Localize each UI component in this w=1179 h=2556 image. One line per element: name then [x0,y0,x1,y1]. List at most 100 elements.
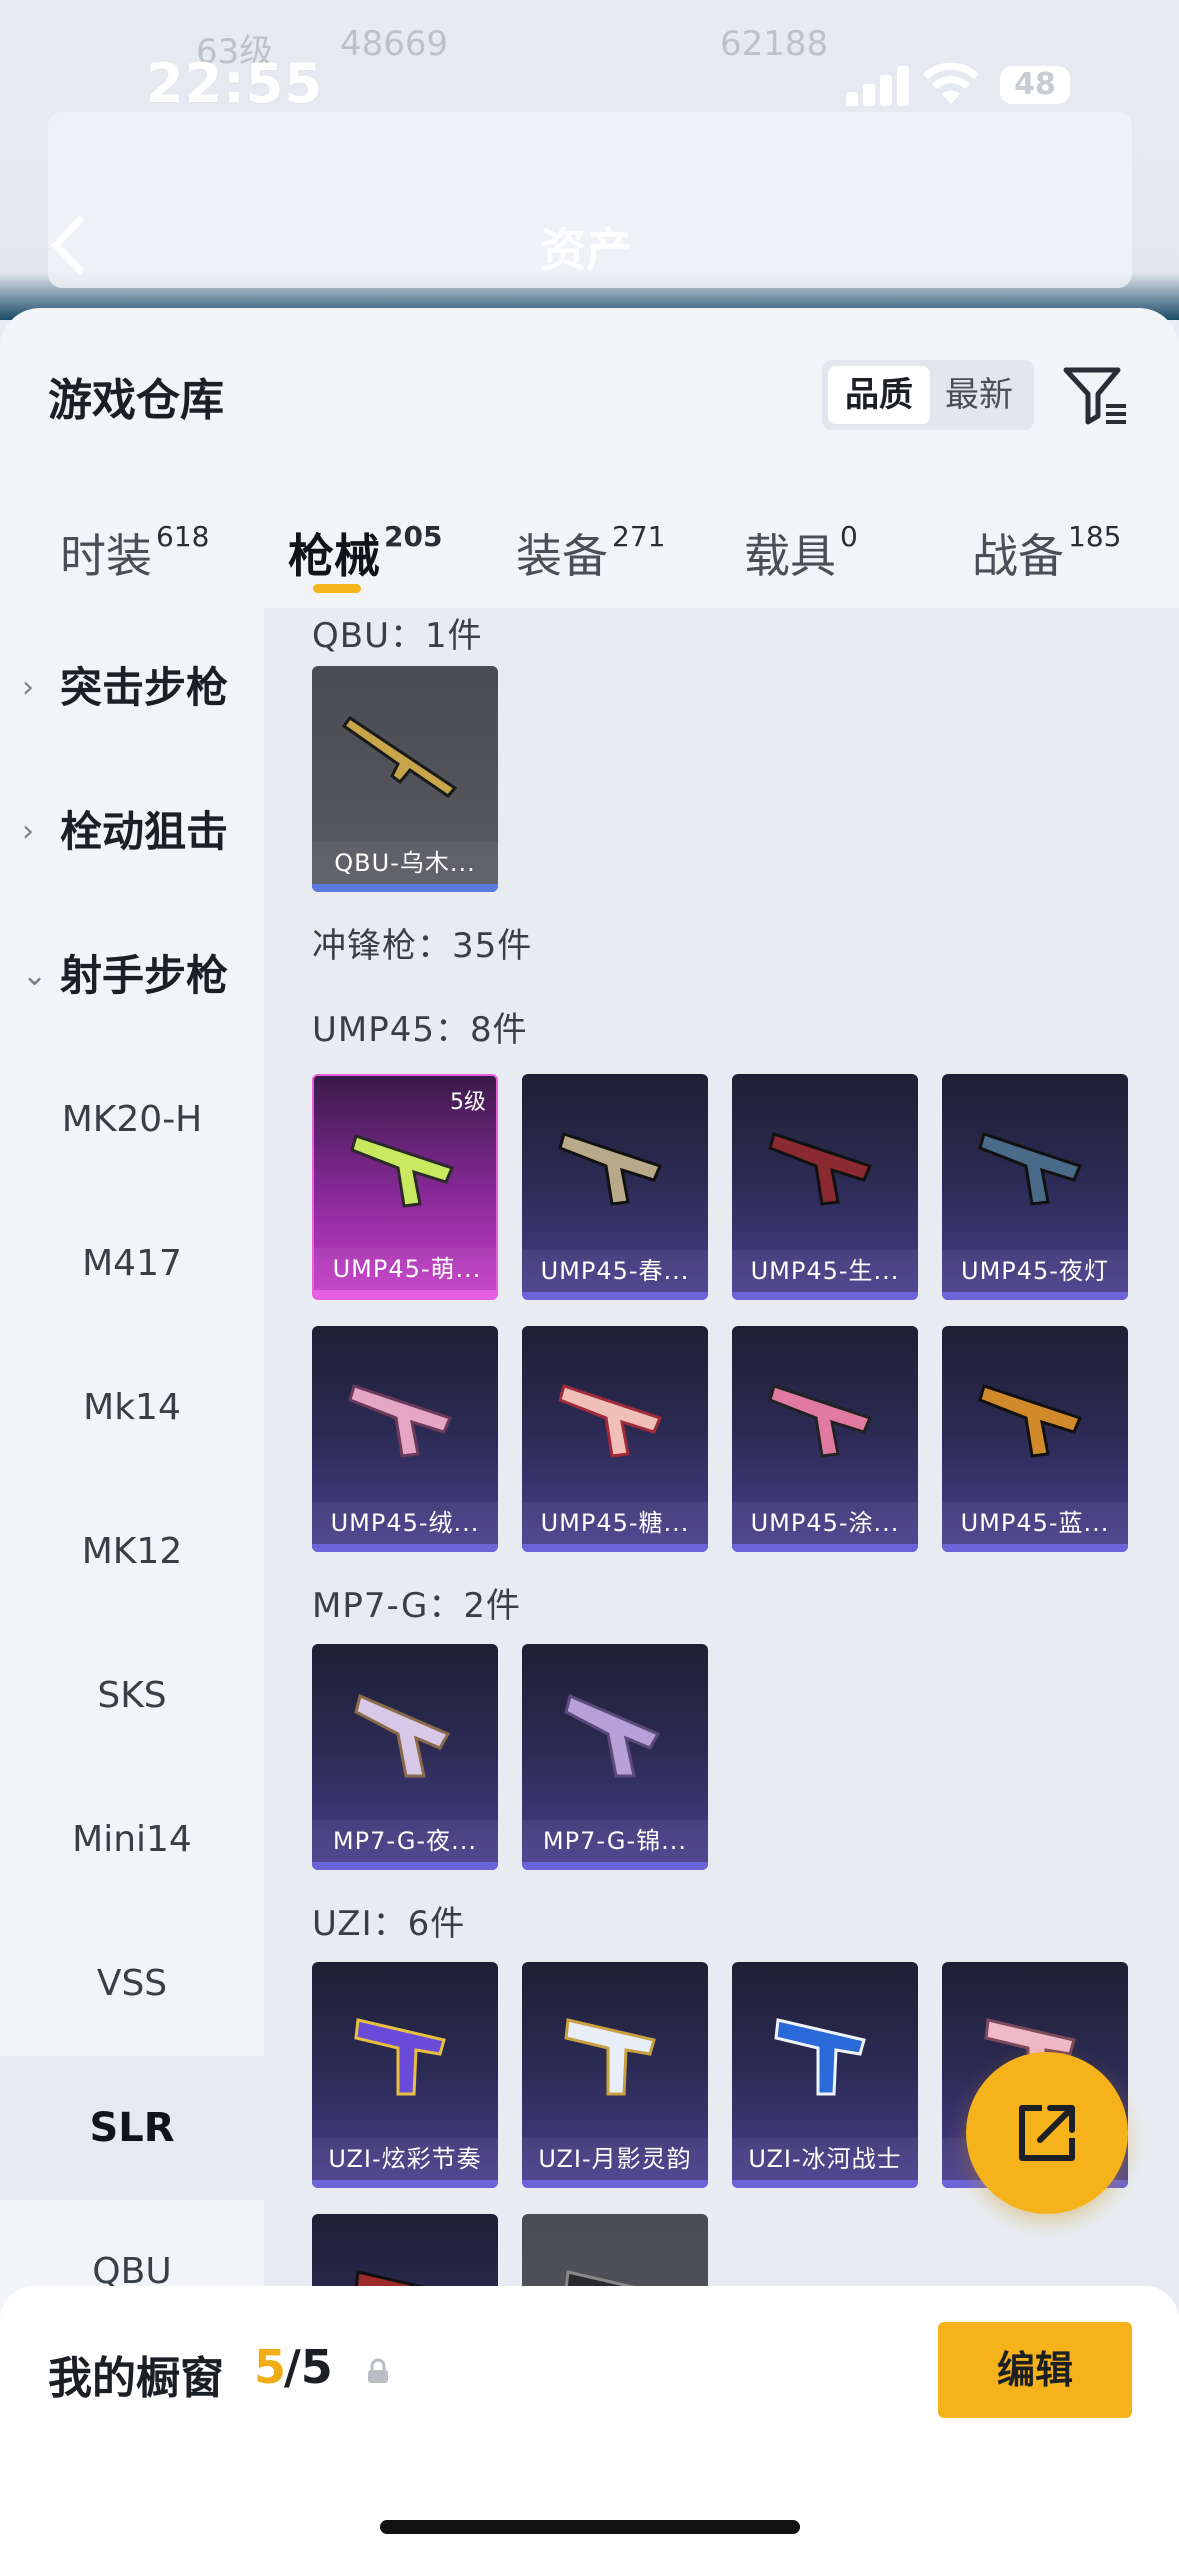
section-label-qbu: QBU：1件 [312,616,483,656]
weapon-name: QBU-乌木... [312,842,498,884]
edit-button[interactable]: 编辑 [938,2322,1132,2418]
weapon-name: UMP45-涂... [732,1502,918,1544]
rarity-bar [942,1292,1128,1300]
sidebar-item-slr[interactable]: SLR [0,2056,264,2200]
share-button[interactable] [966,2052,1128,2214]
rarity-bar [732,1544,918,1552]
weapon-card[interactable]: UMP45-涂... [732,1326,918,1552]
weapon-card[interactable]: MP7-G-夜... [312,1644,498,1870]
sort-toggle: 品质 最新 [822,360,1034,430]
rarity-bar [732,1292,918,1300]
lock-icon [368,2358,388,2383]
sidebar-group-bolt-sniper[interactable]: › 栓动狙击 [0,760,264,904]
sidebar-item-m417[interactable]: M417 [0,1192,264,1336]
share-icon [1019,2105,1075,2161]
rarity-bar [314,1290,496,1298]
page-title: 资产 [540,223,632,277]
warehouse-sheet: 游戏仓库 品质 最新 时装 618 枪械 205 装备 271 载具 0 战备 185 ›… [0,308,1179,2556]
weapon-card[interactable]: UMP45-夜灯 [942,1074,1128,1300]
sidebar-item-mk20h[interactable]: MK20-H [0,1048,264,1192]
rifle-icon [341,715,458,798]
sidebar-item-mk12[interactable]: MK12 [0,1480,264,1624]
section-label-smg: 冲锋枪：35件 [312,926,533,966]
tab-costume[interactable]: 时装 618 [60,520,209,586]
showcase-label: 我的橱窗 [48,2353,224,2404]
smg-icon [978,1384,1083,1458]
smg-icon [768,1384,873,1458]
chevron-right-icon: › [22,814,34,849]
uzi-icon [354,2018,446,2096]
back-icon[interactable] [44,210,94,280]
rarity-bar [312,1862,498,1870]
sidebar-group-assault-rifle[interactable]: › 突击步枪 [0,616,264,760]
home-indicator [380,2520,800,2534]
weapon-card[interactable]: 5级 UMP45-萌... [312,1074,498,1300]
weapon-card[interactable]: QBU-乌木... [312,666,498,892]
sort-quality-button[interactable]: 品质 [828,366,930,424]
rarity-bar [312,1544,498,1552]
weapon-card[interactable]: UZI-炫彩节奏 [312,1962,498,2188]
weapon-card[interactable]: UMP45-糖... [522,1326,708,1552]
tab-vehicles[interactable]: 载具 0 [744,520,858,586]
tab-weapons[interactable]: 枪械 205 [288,520,442,586]
weapon-card[interactable]: UMP45-春... [522,1074,708,1300]
rarity-bar [522,2180,708,2188]
smg-icon [350,1134,455,1208]
sidebar-item-sks[interactable]: SKS [0,1624,264,1768]
filter-icon[interactable] [1060,360,1130,430]
rarity-bar [732,2180,918,2188]
smg-icon [348,1384,453,1458]
smg-icon [978,1132,1083,1206]
weapon-card[interactable]: UZI-冰河战士 [732,1962,918,2188]
signal-icon [846,64,910,106]
battery-icon: 48 [1000,66,1070,104]
warehouse-title: 游戏仓库 [48,375,224,426]
sidebar-group-dmr[interactable]: ⌄ 射手步枪 [0,904,264,1048]
rarity-bar [522,1862,708,1870]
tab-supplies[interactable]: 战备 185 [972,520,1121,586]
sidebar-item-mk14[interactable]: Mk14 [0,1336,264,1480]
smg-icon [558,1132,663,1206]
weapon-card[interactable]: MP7-G-锦... [522,1644,708,1870]
sort-latest-button[interactable]: 最新 [928,366,1030,424]
weapon-card[interactable]: UMP45-生... [732,1074,918,1300]
weapon-name: UMP45-绒... [312,1502,498,1544]
weapon-name: UZI-冰河战士 [732,2138,918,2180]
sidebar-item-vss[interactable]: VSS [0,1912,264,2056]
weapon-name: UZI-炫彩节奏 [312,2138,498,2180]
showcase-bar: 我的橱窗 5 /5 编辑 [0,2286,1179,2556]
smg-icon [354,1693,451,1778]
blur-points: 62188 [720,24,829,64]
weapon-card[interactable]: UMP45-蓝... [942,1326,1128,1552]
rarity-bar [312,884,498,892]
chevron-down-icon: ⌄ [22,958,48,993]
weapon-type-sidebar: › 突击步枪 › 栓动狙击 ⌄ 射手步枪 MK20-H M417 Mk14 MK12 … [0,608,264,2556]
smg-icon [558,1384,663,1458]
weapon-name: UMP45-生... [732,1250,918,1292]
sidebar-item-mini14[interactable]: Mini14 [0,1768,264,1912]
smg-icon [768,1132,873,1206]
weapon-card[interactable]: UZI-月影灵韵 [522,1962,708,2188]
blur-coins: 48669 [340,24,449,64]
section-label-mp7: MP7-G：2件 [312,1586,521,1626]
weapon-name: UMP45-蓝... [942,1502,1128,1544]
section-label-ump45: UMP45：8件 [312,1010,528,1050]
active-tab-indicator [313,584,361,593]
chevron-right-icon: › [22,670,34,705]
weapon-grid: QBU：1件 QBU-乌木... 冲锋枪：35件 UMP45：8件 5级 UMP… [264,608,1179,2556]
weapon-name: MP7-G-锦... [522,1820,708,1862]
rarity-bar [522,1292,708,1300]
weapon-name: UMP45-夜灯 [942,1250,1128,1292]
uzi-icon [774,2018,866,2096]
tab-equipment[interactable]: 装备 271 [516,520,665,586]
weapon-name: UMP45-糖... [522,1502,708,1544]
status-time: 22:55 [146,52,323,115]
weapon-name: UMP45-春... [522,1250,708,1292]
weapon-name: MP7-G-夜... [312,1820,498,1862]
smg-icon [564,1693,661,1778]
weapon-name: UZI-月影灵韵 [522,2138,708,2180]
rarity-bar [522,1544,708,1552]
rarity-bar [312,2180,498,2188]
weapon-card[interactable]: UMP45-绒... [312,1326,498,1552]
uzi-icon [564,2018,656,2096]
